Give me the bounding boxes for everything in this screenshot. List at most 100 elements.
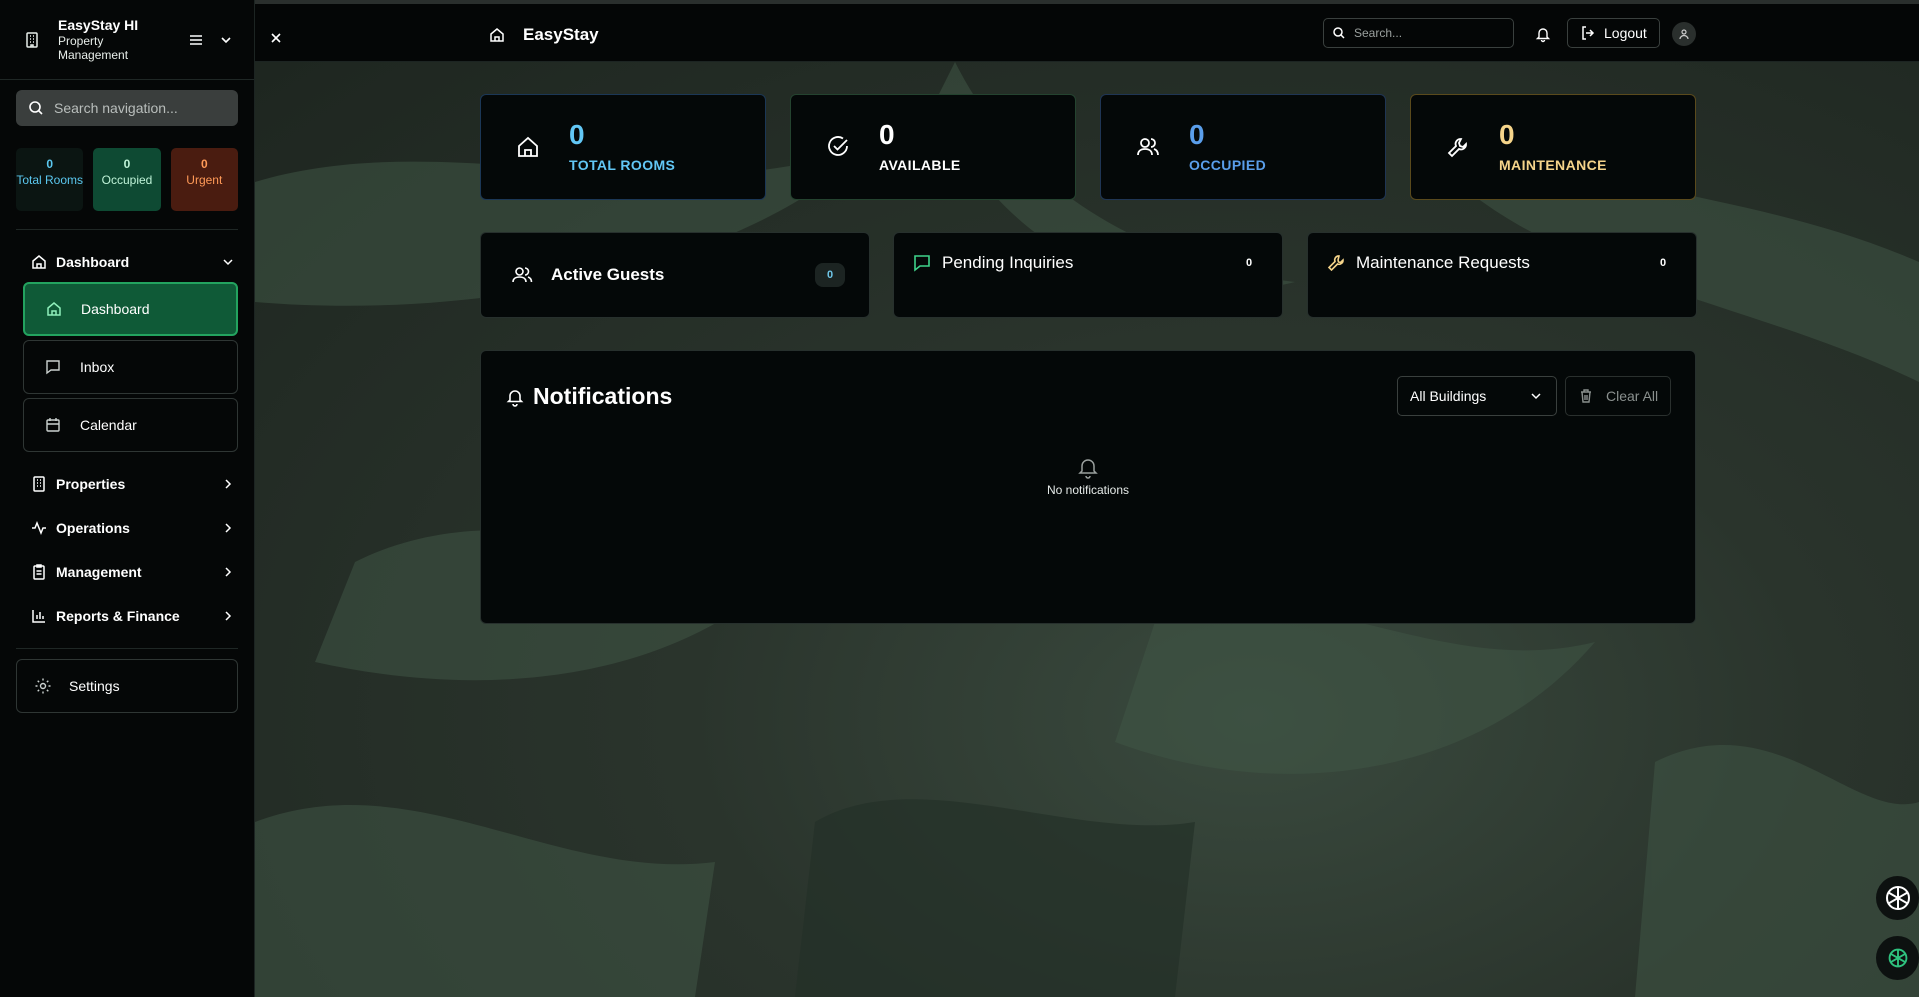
chat-assistant-button[interactable] [1876,936,1919,980]
stat-label: TOTAL ROOMS [569,157,676,173]
empty-state: No notifications [481,455,1695,497]
nav-group-operations[interactable]: Operations [16,516,238,540]
stat-card-available[interactable]: 0 AVAILABLE [790,94,1076,200]
building-filter-select[interactable]: All Buildings [1397,376,1557,416]
sidebar-divider [16,648,238,649]
stat-value: 0 [1189,119,1205,150]
clipboard-icon [30,563,48,581]
stat-value: 0 [879,119,895,150]
calendar-icon [44,416,62,434]
wrench-icon [1445,134,1471,160]
settings-label: Settings [69,678,120,694]
message-icon [912,253,932,273]
stat-occupied[interactable]: 0 Occupied [93,148,161,211]
count-badge: 0 [815,263,845,287]
brand: EasyStay HI Property Management [58,17,176,63]
count-badge: 0 [1245,257,1253,269]
stat-value: 0 [569,119,585,150]
brand-title: EasyStay HI [58,16,139,33]
summary-label: Active Guests [551,265,665,284]
building-icon [30,475,48,493]
search-input[interactable] [1354,26,1509,40]
trash-icon [1578,388,1594,404]
stat-label: OCCUPIED [1189,157,1267,173]
notifications-title: Notifications [533,383,673,409]
summary-card-active-guests[interactable]: Active Guests 0 [480,232,870,318]
sidebar-item-label: Calendar [80,417,137,433]
menu-icon[interactable] [186,30,206,50]
bell-icon [505,387,525,407]
openai-icon [1885,886,1910,910]
stat-value: 0 [1499,119,1515,150]
activity-icon [30,519,48,537]
bell-icon[interactable] [1534,25,1552,43]
nav-group-dashboard[interactable]: Dashboard [16,250,238,274]
nav-group-label: Dashboard [56,254,130,270]
sidebar-item-label: Dashboard [81,301,150,317]
stat-card-occupied[interactable]: 0 OCCUPIED [1100,94,1386,200]
stat-label: AVAILABLE [879,157,961,173]
chevron-right-icon [220,564,236,580]
stat-urgent-value: 0 [200,157,208,171]
openai-green-icon [1888,948,1907,968]
notifications-header: Notifications [505,383,672,410]
gear-icon [33,676,53,696]
bar-chart-icon [30,607,48,625]
sidebar: EasyStay HI Property Management 0 Total … [0,0,255,997]
wrench-icon [1326,253,1346,273]
close-icon[interactable] [269,31,283,45]
global-search[interactable] [1323,18,1514,48]
topbar: EasyStay Logout [255,0,1919,62]
logout-icon [1580,25,1596,41]
summary-card-maintenance-requests[interactable]: Maintenance Requests 0 [1307,232,1697,318]
sidebar-item-calendar[interactable]: Calendar [23,398,238,452]
logout-button[interactable]: Logout [1567,18,1660,48]
stat-total-label: Total Rooms [16,173,84,188]
stat-occupied-value: 0 [123,157,131,171]
sidebar-header: EasyStay HI Property Management [0,0,254,80]
sidebar-nav: Dashboard Dashboard Inbox Calendar Prope… [0,230,254,628]
clear-all-label: Clear All [1606,388,1659,404]
stat-urgent[interactable]: 0 Urgent [170,148,238,211]
stat-card-total-rooms[interactable]: 0 TOTAL ROOMS [480,94,766,200]
stat-total-rooms[interactable]: 0 Total Rooms [16,148,84,211]
empty-text: No notifications [1046,483,1130,497]
nav-groups: Properties Operations Management Reports… [16,472,238,628]
nav-group-reports-finance[interactable]: Reports & Finance [16,604,238,628]
nav-search-input[interactable] [54,100,235,116]
stat-label: MAINTENANCE [1499,157,1607,173]
summary-card-pending-inquiries[interactable]: Pending Inquiries 0 [893,232,1283,318]
home-icon[interactable] [488,26,506,44]
message-icon [44,358,62,376]
search-icon [1332,26,1346,40]
page-title: EasyStay [523,25,599,44]
chevron-down-icon [1531,393,1541,400]
sidebar-item-inbox[interactable]: Inbox [23,340,238,394]
chevron-down-icon[interactable] [216,30,236,50]
sidebar-item-dashboard[interactable]: Dashboard [23,282,238,336]
settings-button[interactable]: Settings [16,659,238,713]
building-icon [22,30,42,50]
user-icon [1679,29,1689,40]
stat-card-maintenance[interactable]: 0 MAINTENANCE [1410,94,1696,200]
chevron-right-icon [220,520,236,536]
users-icon [1135,134,1161,160]
assistant-button[interactable] [1876,876,1919,920]
home-icon [45,300,63,318]
home-icon [30,253,48,271]
brand-subtitle: Property Management [58,33,129,62]
chevron-right-icon [220,476,236,492]
avatar[interactable] [1672,22,1696,46]
nav-group-label: Management [56,564,142,580]
summary-label: Pending Inquiries [942,253,1074,272]
nav-search[interactable] [16,90,238,126]
nav-group-properties[interactable]: Properties [16,472,238,496]
nav-group-label: Operations [56,520,130,536]
search-icon [28,100,44,116]
nav-group-management[interactable]: Management [16,560,238,584]
nav-group-label: Reports & Finance [56,608,180,624]
quick-stats: 0 Total Rooms 0 Occupied 0 Urgent [16,126,238,230]
home-icon [515,134,541,160]
clear-all-button[interactable]: Clear All [1565,376,1671,416]
users-icon [511,264,533,286]
